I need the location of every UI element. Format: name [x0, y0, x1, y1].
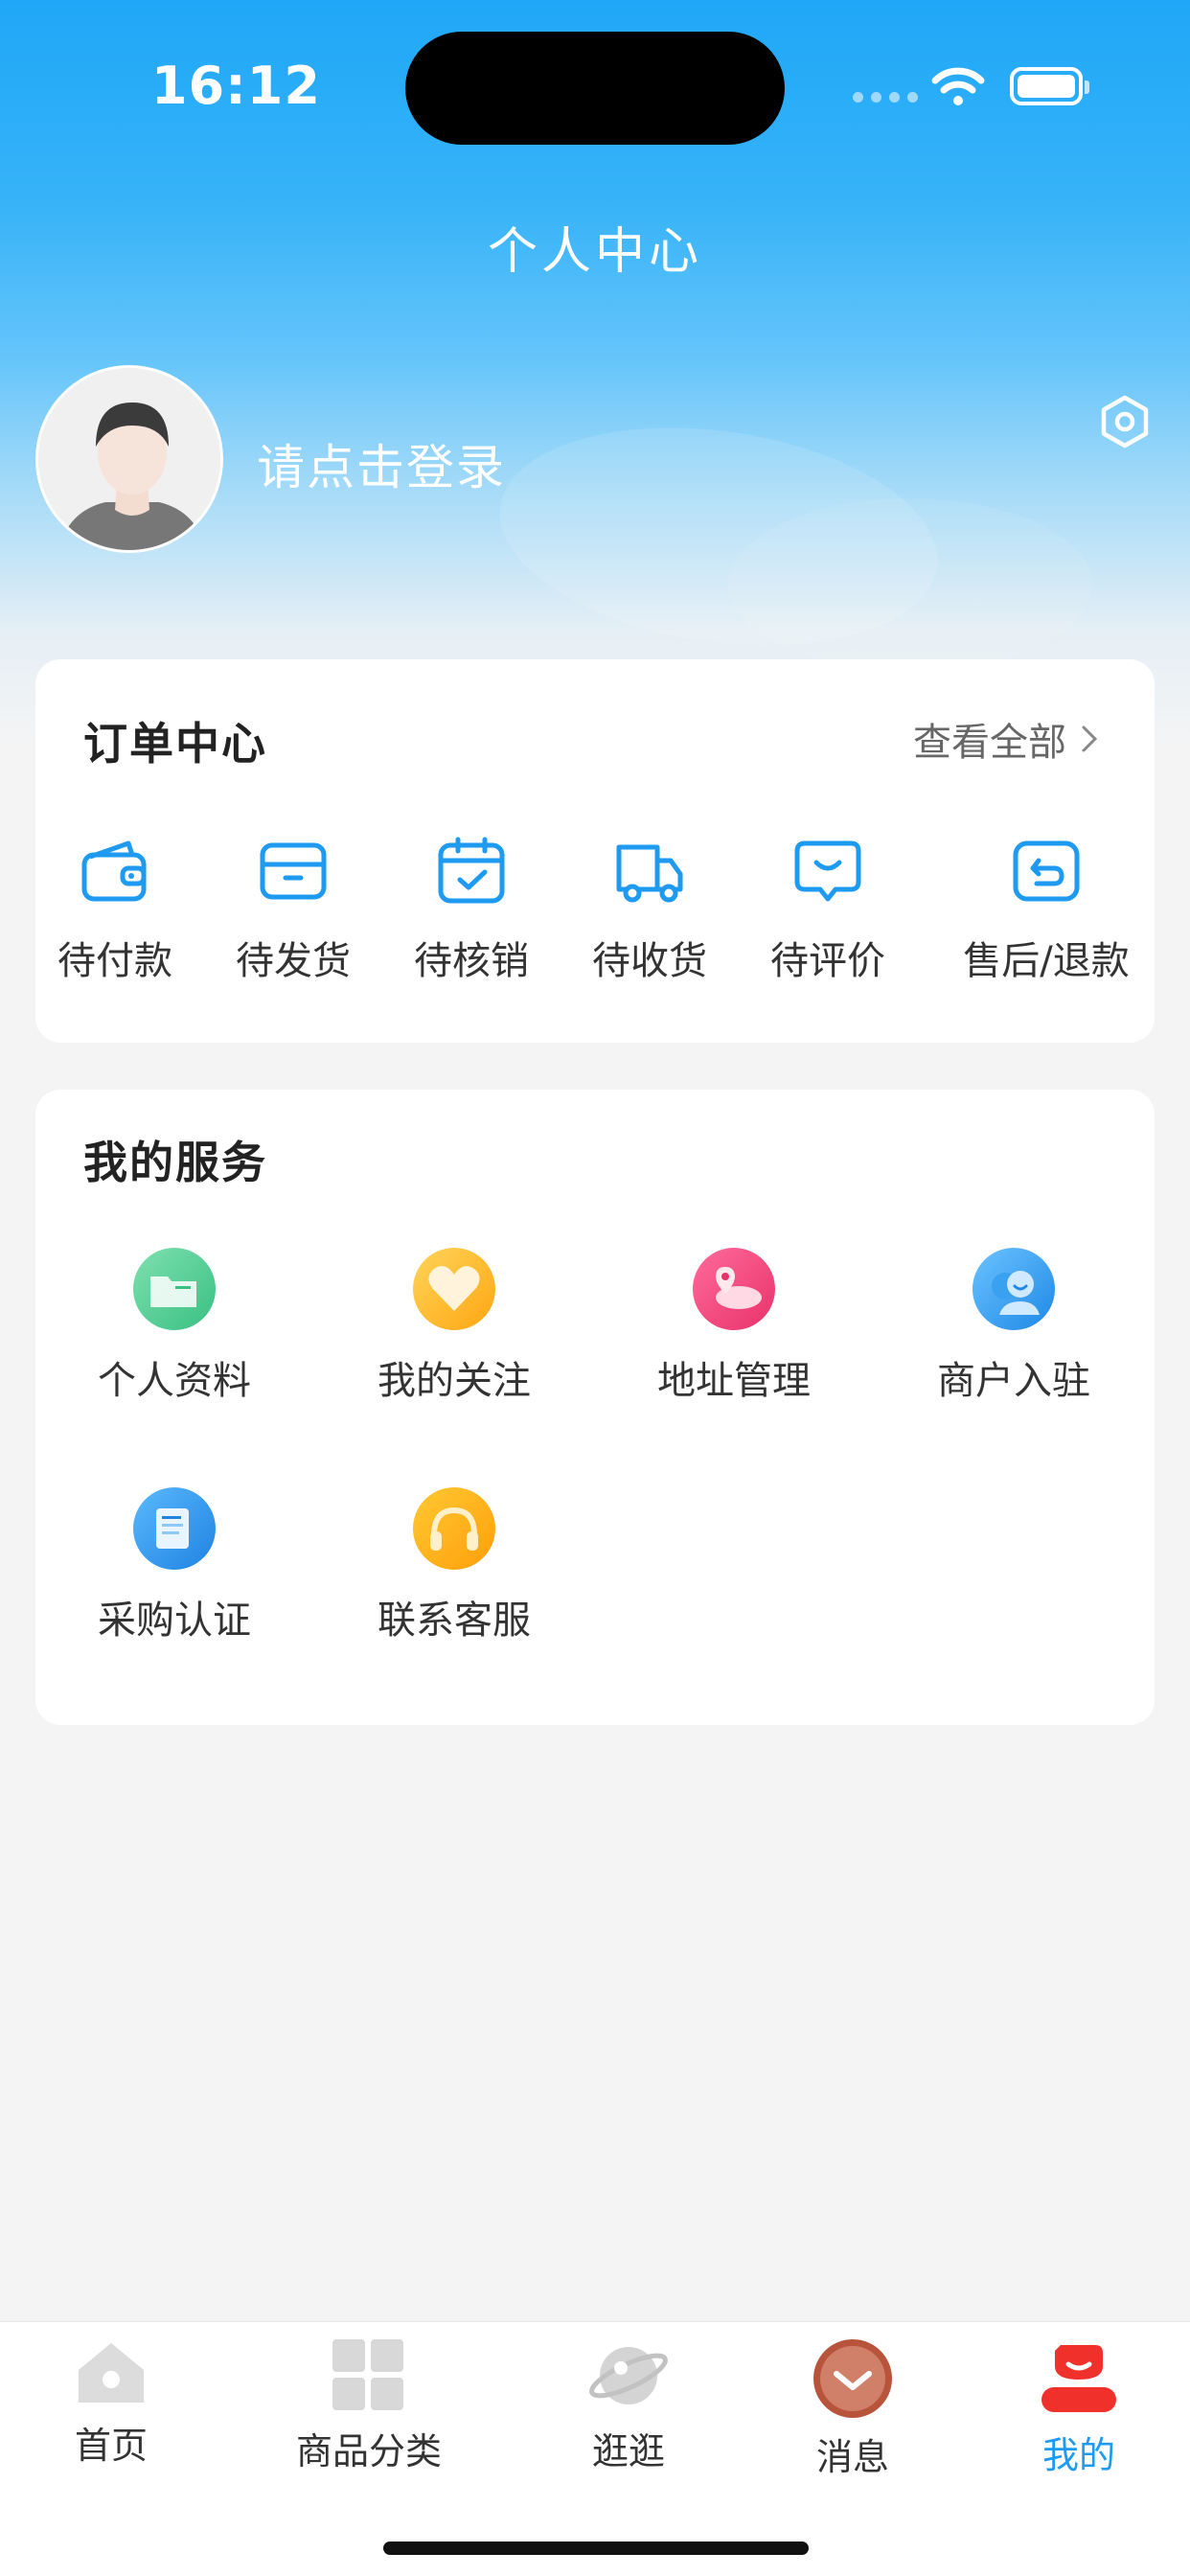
service-label: 我的关注 [378, 1359, 531, 1403]
planet-icon [589, 2347, 668, 2404]
service-label: 联系客服 [378, 1598, 531, 1643]
service-profile-info[interactable]: 个人资料 [59, 1248, 289, 1405]
service-label: 个人资料 [98, 1359, 251, 1403]
chevron-right-icon [1082, 725, 1098, 752]
order-center-title: 订单中心 [83, 718, 267, 770]
tab-categories[interactable]: 商品分类 [292, 2337, 446, 2474]
profile-icon [1041, 2345, 1116, 2412]
order-pending-receipt[interactable]: 待收货 [559, 832, 741, 985]
message-icon [813, 2339, 892, 2418]
cellular-signal-icon [853, 92, 918, 103]
order-pending-verification[interactable]: 待核销 [380, 832, 562, 985]
headset-icon [413, 1487, 495, 1570]
login-prompt[interactable]: 请点击登录 [257, 429, 506, 498]
heart-icon [413, 1248, 495, 1330]
box-icon [260, 842, 327, 900]
order-pending-payment[interactable]: 待付款 [24, 832, 206, 985]
folder-icon [133, 1248, 216, 1330]
settings-button[interactable] [1094, 391, 1156, 452]
order-item-label: 待付款 [57, 939, 172, 983]
decorative-blob [728, 498, 1092, 671]
tab-label: 我的 [1041, 2434, 1115, 2476]
wifi-icon [931, 67, 985, 105]
order-item-label: 售后/退款 [963, 939, 1130, 983]
return-icon [1013, 840, 1080, 902]
merchant-icon [973, 1248, 1055, 1330]
order-item-label: 待收货 [592, 939, 707, 983]
document-icon [133, 1487, 216, 1570]
my-services-card: 我的服务 个人资料 我的关注 地址管理 商户入驻 采购认证 联系客服 [35, 1090, 1155, 1725]
gear-icon [1101, 395, 1149, 448]
tab-explore[interactable]: 逛逛 [583, 2337, 675, 2474]
tab-messages[interactable]: 消息 [807, 2337, 899, 2480]
map-pin-icon [693, 1248, 775, 1330]
avatar[interactable] [35, 365, 223, 553]
home-indicator [383, 2542, 809, 2555]
battery-icon [1010, 67, 1089, 105]
service-label: 地址管理 [657, 1359, 811, 1403]
order-after-sales[interactable]: 售后/退款 [936, 832, 1156, 985]
wallet-icon [81, 840, 147, 902]
service-purchase-certification[interactable]: 采购认证 [59, 1487, 289, 1644]
order-item-label: 待核销 [414, 939, 529, 983]
order-item-label: 待评价 [770, 939, 885, 983]
service-contact-support[interactable]: 联系客服 [339, 1487, 569, 1644]
truck-icon [616, 844, 683, 903]
dynamic-island [405, 32, 785, 145]
category-grid-icon [332, 2339, 403, 2410]
service-my-follows[interactable]: 我的关注 [339, 1248, 569, 1405]
view-all-label: 查看全部 [913, 721, 1066, 765]
tab-label: 商品分类 [295, 2430, 442, 2472]
order-pending-review[interactable]: 待评价 [737, 832, 919, 985]
tab-mine[interactable]: 我的 [1033, 2337, 1125, 2478]
view-all-orders-link[interactable]: 查看全部 [913, 711, 1099, 767]
service-label: 商户入驻 [937, 1359, 1090, 1403]
tab-label: 逛逛 [591, 2430, 665, 2472]
status-time: 16:12 [151, 56, 321, 116]
service-address-management[interactable]: 地址管理 [619, 1248, 849, 1405]
tab-label: 首页 [74, 2425, 148, 2467]
order-center-card: 订单中心 查看全部 待付款 待发货 待核销 待收货 待评价 售后/退款 [35, 659, 1155, 1043]
tab-home[interactable]: 首页 [57, 2337, 165, 2469]
service-label: 采购认证 [98, 1598, 251, 1643]
comment-icon [794, 840, 861, 902]
order-item-label: 待发货 [236, 939, 351, 983]
tab-label: 消息 [815, 2436, 889, 2478]
home-icon [79, 2343, 144, 2403]
page-title: 个人中心 [487, 223, 702, 281]
calendar-check-icon [438, 837, 505, 904]
service-merchant-onboarding[interactable]: 商户入驻 [899, 1248, 1129, 1405]
order-pending-shipment[interactable]: 待发货 [202, 832, 384, 985]
my-services-title: 我的服务 [83, 1137, 267, 1188]
default-avatar-icon [38, 368, 220, 550]
bottom-tab-bar: 首页 商品分类 逛逛 消息 我的 [0, 2321, 1190, 2576]
